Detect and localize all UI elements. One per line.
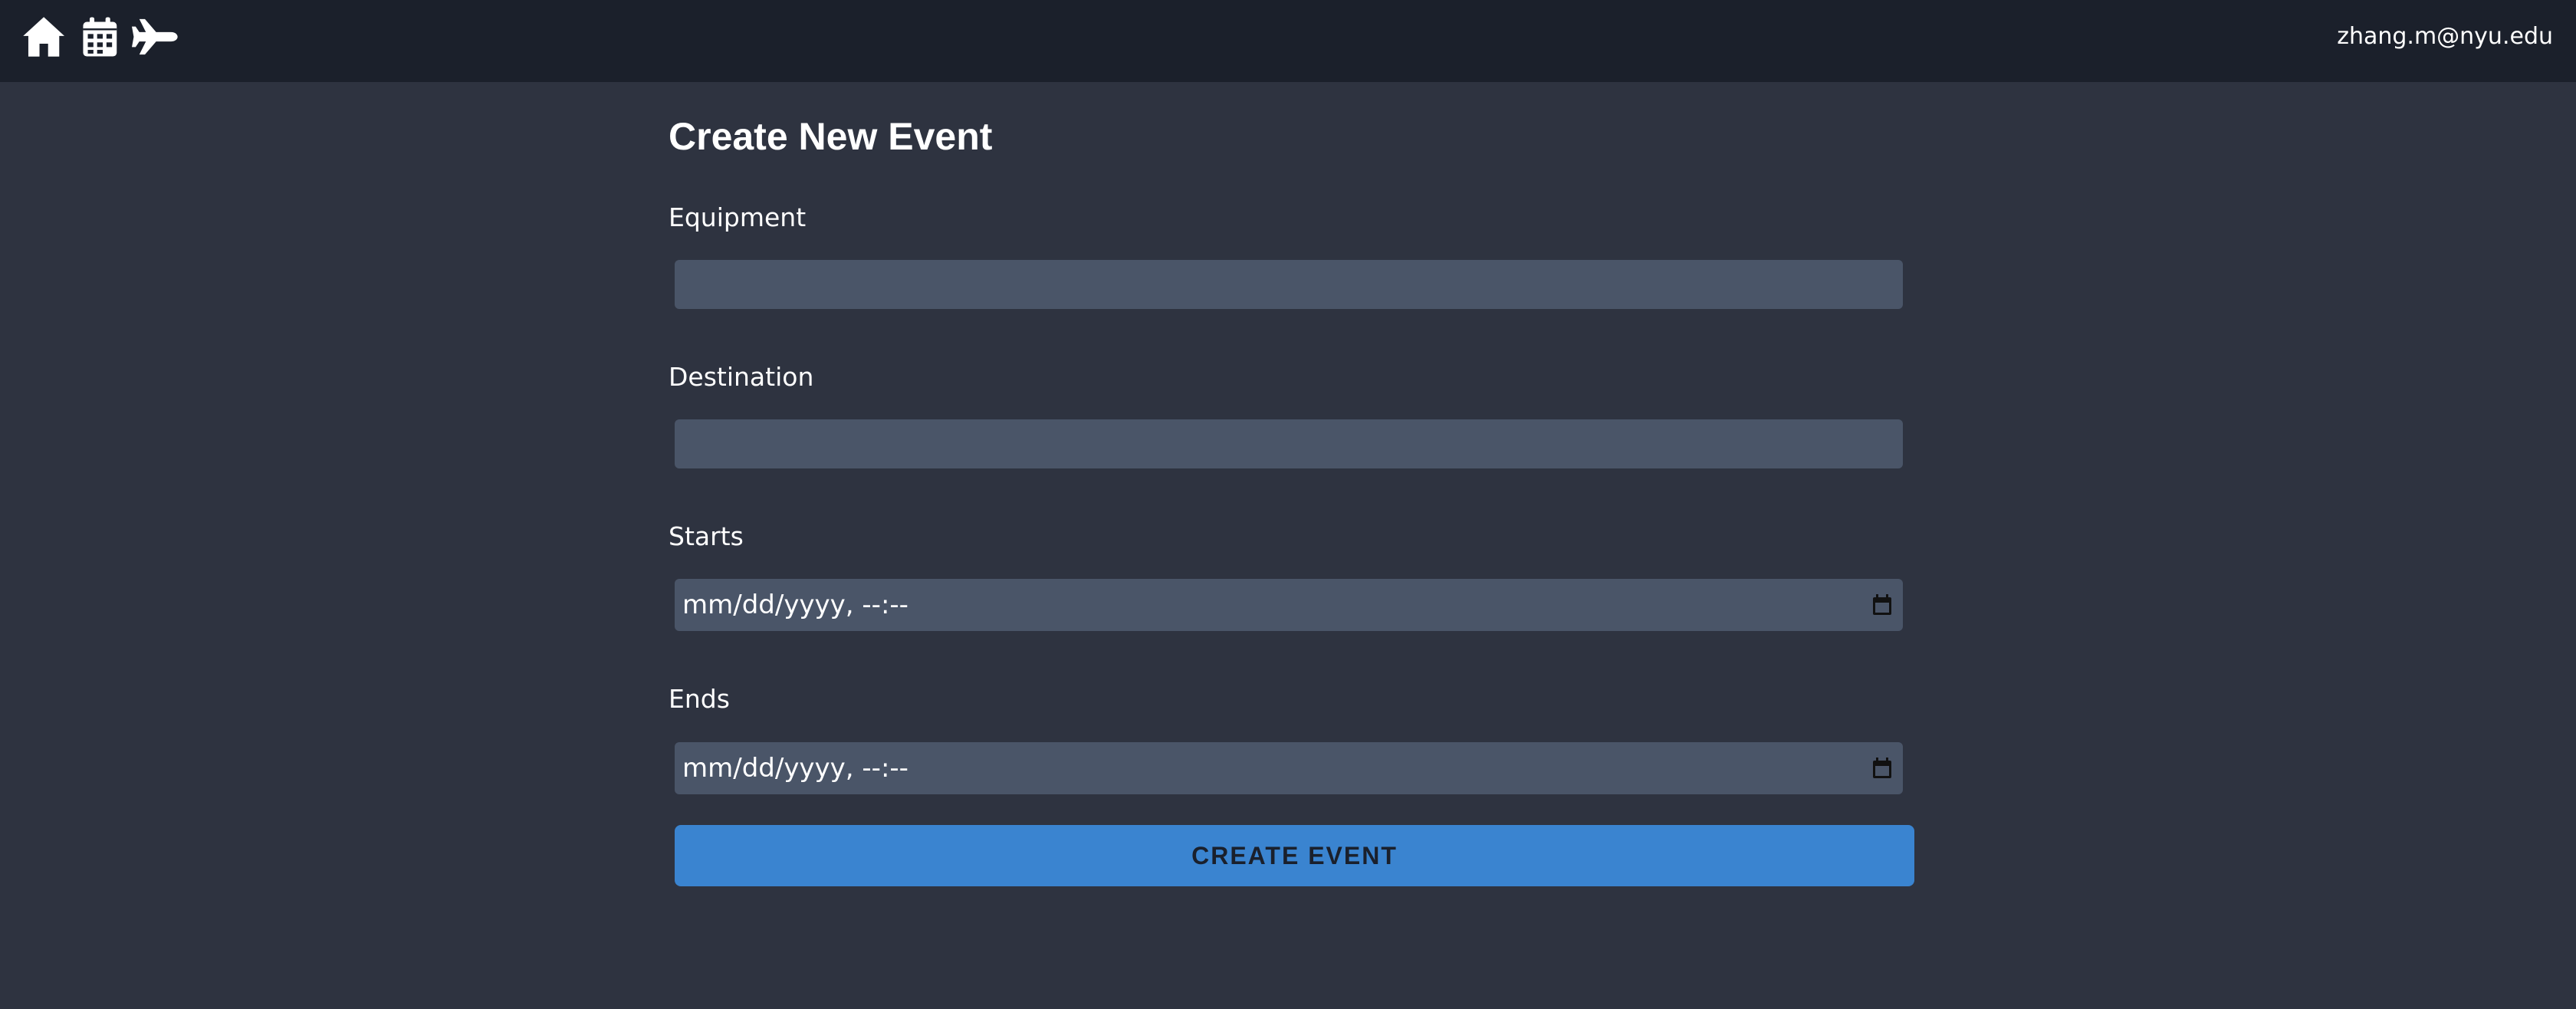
destination-input[interactable]: [675, 419, 1903, 468]
calendar-picker-icon[interactable]: [1872, 758, 1892, 779]
equipment-input[interactable]: [675, 260, 1903, 309]
plane-icon[interactable]: [132, 15, 178, 58]
create-event-button[interactable]: CREATE EVENT: [675, 825, 1914, 886]
calendar-icon[interactable]: [81, 15, 117, 58]
calendar-picker-icon[interactable]: [1872, 594, 1892, 616]
page-title: Create New Event: [669, 115, 993, 158]
starts-label: Starts: [669, 521, 744, 551]
top-navigation-bar: zhang.m@nyu.edu: [0, 0, 2576, 82]
starts-datetime-text: mm/dd/yyyy, --:--: [682, 590, 909, 620]
ends-datetime-text: mm/dd/yyyy, --:--: [682, 753, 909, 784]
ends-datetime-input[interactable]: mm/dd/yyyy, --:--: [675, 742, 1903, 794]
ends-label: Ends: [669, 684, 730, 714]
equipment-label: Equipment: [669, 202, 807, 232]
starts-datetime-input[interactable]: mm/dd/yyyy, --:--: [675, 579, 1903, 631]
destination-label: Destination: [669, 362, 814, 392]
user-email[interactable]: zhang.m@nyu.edu: [2337, 21, 2553, 52]
home-icon[interactable]: [21, 15, 64, 58]
